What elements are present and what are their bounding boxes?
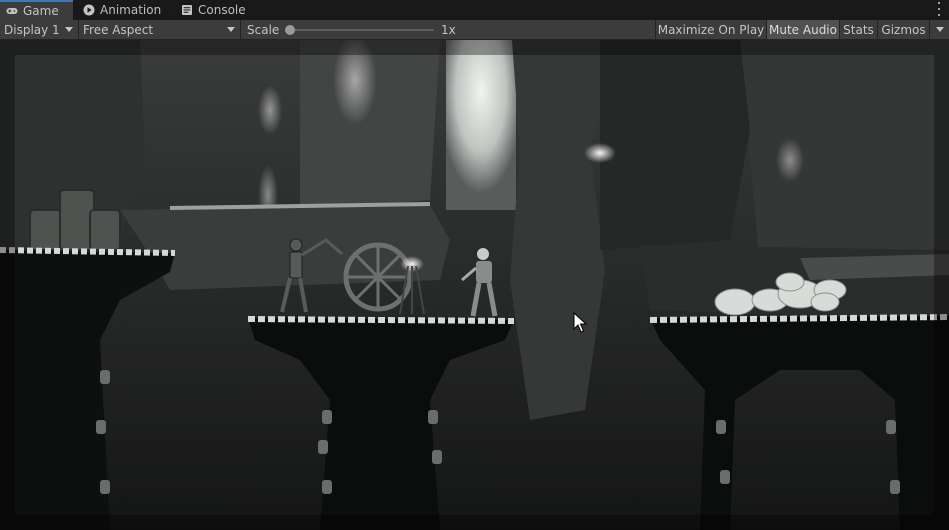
tab-animation[interactable]: Animation	[80, 0, 172, 20]
game-view-toolbar: Display 1 Free Aspect Scale 1x Maximize …	[0, 20, 949, 40]
tab-label: Game	[23, 4, 59, 18]
gizmos-dropdown[interactable]	[929, 20, 949, 39]
animation-icon	[83, 4, 95, 16]
editor-tab-bar: Game Animation Console	[0, 0, 949, 20]
chevron-down-icon	[935, 27, 944, 32]
scale-label: Scale	[247, 22, 280, 37]
scale-slider-handle[interactable]	[285, 25, 295, 35]
aspect-value: Free Aspect	[83, 22, 154, 37]
gizmos-toggle[interactable]: Gizmos	[877, 20, 929, 39]
tab-label: Console	[198, 3, 246, 17]
display-dropdown[interactable]: Display 1	[0, 20, 79, 39]
display-value: Display 1	[4, 22, 60, 37]
aspect-dropdown[interactable]: Free Aspect	[79, 20, 241, 39]
stats-toggle[interactable]: Stats	[839, 20, 877, 39]
console-icon	[182, 5, 192, 15]
more-options-icon[interactable]	[935, 2, 943, 16]
tab-console[interactable]: Console	[178, 0, 258, 20]
scale-slider-track[interactable]	[290, 29, 434, 31]
maximize-on-play-toggle[interactable]: Maximize On Play	[655, 20, 766, 39]
chevron-down-icon	[227, 27, 235, 32]
gamepad-icon	[6, 8, 18, 14]
gizmos-label: Gizmos	[881, 22, 926, 37]
scale-value: 1x	[441, 22, 456, 37]
mute-audio-label: Mute Audio	[769, 22, 837, 37]
maximize-on-play-label: Maximize On Play	[657, 22, 765, 37]
game-scene	[0, 40, 949, 530]
game-viewport[interactable]	[0, 40, 949, 530]
stats-label: Stats	[843, 22, 874, 37]
chevron-down-icon	[65, 27, 73, 32]
mute-audio-toggle[interactable]: Mute Audio	[766, 20, 839, 39]
cursor-icon	[573, 312, 587, 333]
cart-wheel	[343, 242, 413, 312]
tab-label: Animation	[100, 3, 162, 17]
tab-game[interactable]: Game	[0, 0, 73, 20]
